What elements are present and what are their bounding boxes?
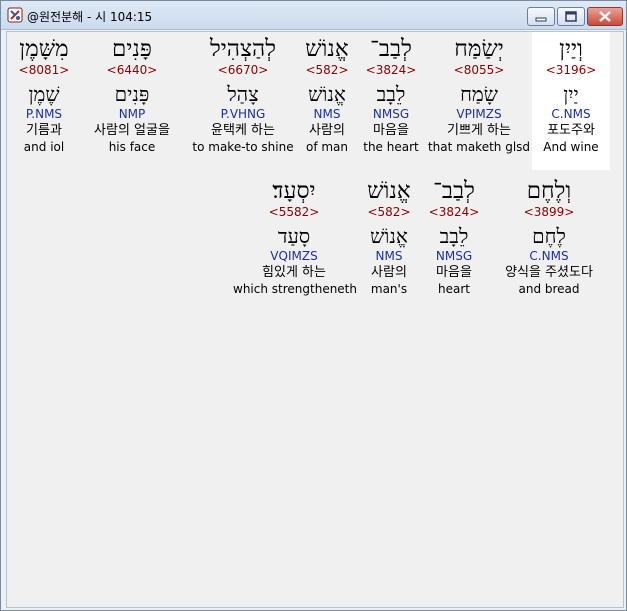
english-gloss: that maketh glsd	[427, 140, 531, 154]
strong-number[interactable]: <3196>	[532, 62, 610, 78]
word-block[interactable]: וְלֶחֶם <3899> לֶחֶם C.NMS 양식을 주셨도다 and …	[491, 174, 607, 297]
strong-number[interactable]: <582>	[300, 62, 354, 78]
english-gloss: man's	[370, 282, 408, 296]
hebrew-lemma: לֵבָב	[439, 224, 469, 248]
morphology-code: VQIMZS	[270, 249, 318, 263]
hebrew-word: לְהַצְהִיל	[209, 36, 277, 62]
cross-tool-icon[interactable]	[7, 7, 23, 23]
korean-gloss: 기쁘게 하는	[447, 123, 511, 138]
strong-number[interactable]: <5582>	[233, 204, 355, 220]
english-gloss: to make-to shine	[192, 140, 294, 154]
english-gloss: the heart	[363, 140, 419, 154]
strong-number[interactable]: <8055>	[427, 62, 531, 78]
korean-gloss: 포도주와	[547, 123, 595, 138]
hebrew-lemma: צָהַל	[227, 82, 259, 106]
interlinear-panel: וְיַיִן <3196> יַיִן C.NMS 포도주와 And wine…	[6, 31, 624, 608]
word-block[interactable]: לְהַצְהִיל <6670> צָהַל P.VHNG 윤택케 하는 to…	[191, 32, 295, 155]
hebrew-word: לְבַב־	[433, 178, 475, 204]
english-gloss: of man	[305, 140, 349, 154]
word-block[interactable]: פָּנִים <6440> פָּנִים NMP 사람의 얼굴을 his f…	[85, 32, 179, 155]
korean-gloss: 양식을 주셨도다	[505, 265, 593, 280]
korean-gloss: 기름과	[26, 123, 62, 138]
hebrew-lemma: סָעַד	[277, 224, 311, 248]
morphology-code: C.NMS	[529, 249, 569, 263]
hebrew-word: וְלֶחֶם	[526, 178, 572, 204]
maximize-icon	[565, 11, 577, 22]
strong-number[interactable]: <3824>	[360, 62, 422, 78]
hebrew-lemma: לֶחֶם	[532, 224, 566, 248]
hebrew-lemma: שָׂמַח	[460, 82, 498, 106]
morphology-code: NMS	[313, 107, 341, 121]
english-gloss: and bread	[518, 282, 580, 296]
hebrew-word: פָּנִים	[112, 36, 152, 62]
minimize-icon	[535, 17, 547, 22]
minimize-button[interactable]	[527, 7, 555, 26]
hebrew-word: לְבַב־	[370, 36, 412, 62]
korean-gloss: 힘있게 하는	[262, 265, 326, 280]
word-block[interactable]: וְיַיִן <3196> יַיִן C.NMS 포도주와 And wine	[532, 32, 610, 170]
word-block[interactable]: יְשַׂמַּח <8055> שָׂמַח VPIMZS 기쁘게 하는 th…	[427, 32, 531, 155]
korean-gloss: 마음을	[436, 265, 472, 280]
morphology-code: NMSG	[435, 249, 473, 263]
hebrew-word: יִסְעָד׃	[272, 178, 316, 204]
english-gloss: his face	[108, 140, 156, 154]
strong-number[interactable]: <8081>	[13, 62, 75, 78]
word-block[interactable]: מִשָּׁמֶן <8081> שֶׁמֶן P.NMS 기름과 and io…	[13, 32, 75, 155]
title-bar[interactable]: @원전분해 - 시 104:15	[1, 1, 626, 30]
hebrew-word: אֱנוֹשׁ	[305, 36, 349, 62]
hebrew-lemma: פָּנִים	[114, 82, 150, 106]
korean-gloss: 사람의	[371, 265, 407, 280]
word-block[interactable]: יִסְעָד׃ <5582> סָעַד VQIMZS 힘있게 하는 whic…	[233, 174, 357, 297]
strong-number[interactable]: <6670>	[191, 62, 295, 78]
hebrew-word: מִשָּׁמֶן	[19, 36, 69, 62]
word-block[interactable]: אֱנוֹשׁ <582> אֱנוֹשׁ NMS 사람의 man's	[361, 174, 417, 297]
english-gloss: and iol	[23, 140, 65, 154]
korean-gloss: 사람의 얼굴을	[94, 123, 170, 138]
word-block[interactable]: לְבַב־ <3824> לֵבָב NMSG 마음을 the heart	[360, 32, 422, 155]
hebrew-word: אֱנוֹשׁ	[367, 178, 411, 204]
strong-number[interactable]: <6440>	[85, 62, 179, 78]
morphology-code: C.NMS	[551, 107, 591, 121]
word-block[interactable]: לְבַב־ <3824> לֵבָב NMSG 마음을 heart	[423, 174, 485, 297]
morphology-code: NMS	[375, 249, 403, 263]
english-gloss: heart	[438, 282, 470, 296]
hebrew-word: וְיַיִן	[559, 36, 583, 62]
english-gloss: which strengtheneth	[233, 282, 357, 296]
morphology-code: NMSG	[372, 107, 410, 121]
word-block[interactable]: אֱנוֹשׁ <582> אֱנוֹשׁ NMS 사람의 of man	[300, 32, 354, 155]
morphology-code: P.NMS	[25, 107, 63, 121]
app-window: @원전분해 - 시 104:15 וְיַיִן <3196> יַיִן C.	[0, 0, 627, 611]
korean-gloss: 윤택케 하는	[211, 123, 275, 138]
korean-gloss: 사람의	[309, 123, 345, 138]
hebrew-lemma: יַיִן	[563, 82, 579, 106]
strong-number[interactable]: <582>	[361, 204, 417, 220]
hebrew-word: יְשַׂמַּח	[454, 36, 504, 62]
maximize-button[interactable]	[557, 7, 585, 26]
strong-number[interactable]: <3824>	[423, 204, 485, 220]
close-button[interactable]	[587, 7, 623, 26]
korean-gloss: 마음을	[373, 123, 409, 138]
english-gloss: And wine	[543, 140, 599, 154]
close-icon	[599, 11, 611, 22]
strong-number[interactable]: <3899>	[491, 204, 607, 220]
morphology-code: P.VHNG	[220, 107, 266, 121]
morphology-code: NMP	[118, 107, 146, 121]
morphology-code: VPIMZS	[456, 107, 502, 121]
hebrew-lemma: שֶׁמֶן	[28, 82, 60, 106]
hebrew-lemma: אֱנוֹשׁ	[308, 82, 346, 106]
hebrew-lemma: אֱנוֹשׁ	[370, 224, 408, 248]
hebrew-lemma: לֵבָב	[376, 82, 406, 106]
window-title: @원전분해 - 시 104:15	[27, 10, 153, 24]
